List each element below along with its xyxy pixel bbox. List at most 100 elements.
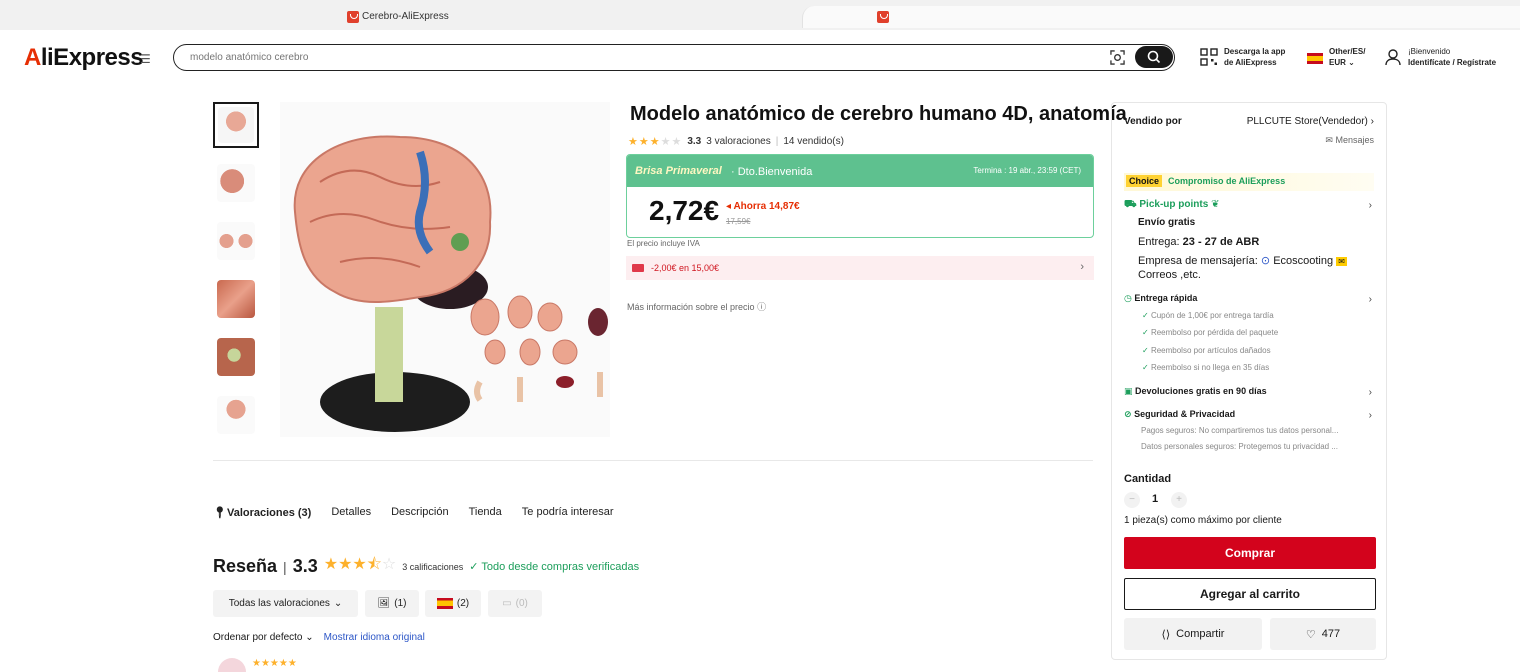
tab-detalles[interactable]: Detalles bbox=[331, 506, 371, 519]
share-button[interactable]: ⟨⟩ Compartir bbox=[1124, 618, 1262, 650]
thumbnail-6[interactable] bbox=[213, 392, 259, 438]
messages-link[interactable]: ✉︎ Mensajes bbox=[1325, 135, 1374, 146]
reviews-count[interactable]: 3 valoraciones bbox=[706, 136, 770, 147]
thumbnail-list bbox=[213, 102, 261, 450]
tab-descripcion[interactable]: Descripción bbox=[391, 506, 448, 519]
qr-code-icon[interactable] bbox=[1200, 48, 1218, 66]
buy-now-button[interactable]: Comprar bbox=[1124, 537, 1376, 569]
chevron-right-icon: › bbox=[1080, 261, 1084, 273]
aliexpress-logo[interactable]: AliExpress bbox=[24, 44, 144, 72]
separator: | bbox=[775, 136, 779, 147]
sign-in-register-link[interactable]: Identifícate / Regístrate bbox=[1408, 57, 1496, 68]
wishlist-button[interactable]: ♡ 477 bbox=[1270, 618, 1376, 650]
pickup-label: Pick-up points bbox=[1139, 199, 1209, 210]
filter-comments-label: (0) bbox=[515, 598, 528, 609]
chevron-right-icon[interactable]: › bbox=[1369, 410, 1372, 421]
sold-by-label: Vendido por bbox=[1124, 116, 1182, 127]
promo-end-time: Termina : 19 abr., 23:59 (CET) bbox=[973, 166, 1081, 175]
price-info-link[interactable]: Más información sobre el precio ⓘ bbox=[627, 300, 766, 313]
verified-purchases: ✓ Todo desde compras verificadas bbox=[469, 561, 640, 573]
store-name: PLLCUTE Store(Vendedor) bbox=[1246, 116, 1368, 127]
search-bar bbox=[173, 44, 1175, 71]
thumbnail-4[interactable] bbox=[213, 276, 259, 322]
verified-text: Todo desde compras verificadas bbox=[481, 561, 640, 573]
chevron-down-icon: ⌄ bbox=[1348, 58, 1355, 67]
security-item: Pagos seguros: No compartiremos tus dato… bbox=[1141, 426, 1339, 435]
user-icon[interactable] bbox=[1384, 48, 1402, 66]
choice-text: Compromiso de AliExpress bbox=[1168, 176, 1286, 186]
coupon-row[interactable]: -2,00€ en 15,00€ › bbox=[626, 256, 1094, 280]
download-app-link[interactable]: Descarga la app de AliExpress bbox=[1224, 46, 1285, 68]
savings-text: Ahorra 14,87€ bbox=[733, 201, 800, 212]
promo-banner: Brisa Primaveral · Dto.Bienvenida Termin… bbox=[627, 155, 1093, 187]
delivery-label: Entrega: bbox=[1138, 236, 1180, 248]
tab-tienda[interactable]: Tienda bbox=[469, 506, 502, 519]
thumbnail-5[interactable] bbox=[213, 334, 259, 380]
chevron-right-icon: › bbox=[1370, 116, 1374, 127]
spain-flag-icon bbox=[1307, 53, 1323, 64]
sort-row: Ordenar por defecto ⌄ Mostrar idioma ori… bbox=[213, 632, 425, 643]
security-label: Seguridad & Privacidad bbox=[1134, 409, 1236, 419]
check-icon: ✓ bbox=[1142, 328, 1149, 337]
chevron-down-icon: ⌄ bbox=[333, 598, 343, 609]
search-input[interactable] bbox=[190, 49, 1090, 66]
thumbnail-3[interactable] bbox=[213, 218, 259, 264]
delivery-estimate: Entrega: 23 - 27 de ABR bbox=[1138, 236, 1259, 248]
image-search-icon[interactable] bbox=[1110, 50, 1125, 65]
pickup-points-row[interactable]: ⛟︎ Pick-up points ❦ bbox=[1124, 199, 1219, 212]
fast-item-text: Reembolso por artículos dañados bbox=[1150, 346, 1271, 355]
fast-delivery-label: Entrega rápida bbox=[1134, 293, 1198, 303]
coupon-text: -2,00€ en 15,00€ bbox=[651, 263, 720, 273]
locale-selector[interactable]: Other/ES/ EUR ⌄ bbox=[1307, 46, 1365, 68]
browser-tab-second[interactable] bbox=[802, 6, 1520, 28]
tab-valoraciones[interactable]: 📍︎Valoraciones (3) bbox=[213, 506, 311, 519]
store-link[interactable]: PLLCUTE Store(Vendedor) › bbox=[1247, 116, 1374, 127]
product-main-image[interactable] bbox=[280, 102, 610, 437]
security-row[interactable]: ⊘ Seguridad & Privacidad bbox=[1124, 409, 1235, 420]
tab-label: Valoraciones (3) bbox=[226, 507, 312, 519]
quantity-note: 1 pieza(s) como máximo por cliente bbox=[1124, 515, 1282, 526]
thumbnail-1[interactable] bbox=[213, 102, 259, 148]
product-title: Modelo anatómico de cerebro humano 4D, a… bbox=[630, 103, 1127, 125]
browser-tab-title[interactable]: Cerebro-AliExpress bbox=[362, 11, 449, 22]
courier-name: Ecoscooting bbox=[1273, 255, 1334, 267]
filter-all-ratings[interactable]: Todas las valoraciones ⌄ bbox=[213, 590, 358, 617]
rating-summary[interactable]: ★★★★★ 3.3 3 valoraciones | 14 vendido(s) bbox=[628, 135, 844, 148]
brain-model-image bbox=[293, 135, 608, 432]
courier-more: Correos ,etc. bbox=[1138, 269, 1201, 281]
returns-row[interactable]: ▣ Devoluciones gratis en 90 días bbox=[1124, 386, 1267, 397]
promo-name: Brisa Primaveral bbox=[635, 165, 722, 177]
account-link[interactable]: ¡Bienvenido Identifícate / Regístrate bbox=[1408, 46, 1496, 68]
fast-delivery-row[interactable]: ◷ Entrega rápida bbox=[1124, 293, 1197, 304]
sort-label: Ordenar por defecto bbox=[213, 632, 303, 643]
sort-dropdown[interactable]: Ordenar por defecto ⌄ bbox=[213, 632, 314, 643]
search-button[interactable] bbox=[1135, 46, 1173, 68]
rating-stars-icon: ★★★★★ bbox=[628, 136, 683, 148]
heart-icon: ♡ bbox=[1305, 628, 1316, 641]
chevron-right-icon[interactable]: › bbox=[1369, 294, 1372, 305]
chevron-right-icon[interactable]: › bbox=[1369, 200, 1372, 211]
fast-item-text: Reembolso si no llega en 35 días bbox=[1150, 363, 1270, 372]
share-icon: ⟨⟩ bbox=[1161, 628, 1171, 641]
fast-item-text: Cupón de 1,00€ por entrega tardía bbox=[1150, 311, 1274, 320]
app-line-1: Descarga la app bbox=[1224, 47, 1286, 56]
fast-item: ✓ Reembolso por artículos dañados bbox=[1142, 346, 1271, 355]
filter-comments[interactable]: ▭ (0) bbox=[488, 590, 542, 617]
free-shipping: Envío gratis bbox=[1138, 217, 1196, 228]
fast-item: ✓ Reembolso si no llega en 35 días bbox=[1142, 363, 1269, 372]
chevron-down-icon: ⌄ bbox=[305, 632, 314, 643]
quantity-decrease-button[interactable]: − bbox=[1124, 492, 1140, 508]
share-label: Compartir bbox=[1176, 628, 1225, 640]
thumbnail-2[interactable] bbox=[213, 160, 259, 206]
tab-te-podria-interesar[interactable]: Te podría interesar bbox=[522, 506, 614, 519]
quantity-increase-button[interactable]: + bbox=[1171, 492, 1187, 508]
filter-photos[interactable]: 🖼︎ (1) bbox=[365, 590, 419, 617]
chevron-right-icon[interactable]: › bbox=[1369, 387, 1372, 398]
add-to-cart-button[interactable]: Agregar al carrito bbox=[1124, 578, 1376, 610]
quantity-value[interactable]: 1 bbox=[1152, 493, 1158, 505]
filter-spain[interactable]: (2) bbox=[425, 590, 481, 617]
show-original-language-link[interactable]: Mostrar idioma original bbox=[324, 632, 425, 643]
categories-menu-icon[interactable]: ☰ bbox=[140, 52, 151, 66]
messages-label: Mensajes bbox=[1335, 135, 1374, 145]
message-icon: ✉︎ bbox=[1325, 135, 1333, 145]
